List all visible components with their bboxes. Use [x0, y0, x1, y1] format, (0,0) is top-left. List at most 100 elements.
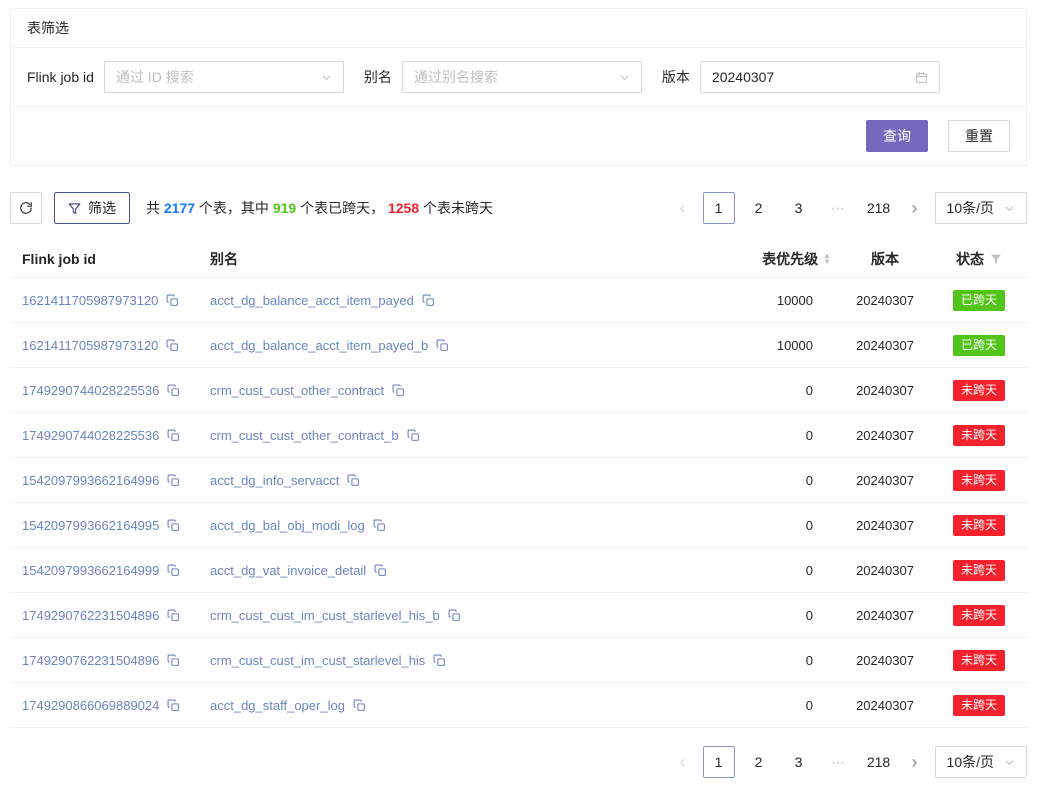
table-row: 1542097993662164995 acct_dg_bal_obj_modi… — [10, 503, 1027, 548]
table-toolbar: 筛选 共 2177 个表，其中 919 个表已跨天， 1258 个表未跨天 ‹ … — [10, 192, 1027, 224]
status-badge: 未跨天 — [953, 515, 1005, 536]
cell-priority: 10000 — [687, 293, 839, 308]
filter-toggle-label: 筛选 — [88, 198, 116, 218]
col-header-priority[interactable]: 表优先级 ▲ ▼ — [687, 249, 839, 269]
flink-job-id-link[interactable]: 1749290762231504896 — [22, 608, 159, 623]
cell-flink-job-id: 1621411705987973120 — [10, 293, 202, 308]
alias-link[interactable]: acct_dg_info_servacct — [210, 473, 339, 488]
copy-icon[interactable] — [167, 519, 180, 532]
cell-flink-job-id: 1542097993662164996 — [10, 473, 202, 488]
copy-icon[interactable] — [407, 429, 420, 442]
next-page-button[interactable]: › — [903, 747, 927, 777]
alias-link[interactable]: acct_dg_balance_acct_item_payed — [210, 293, 414, 308]
table-row: 1542097993662164996 acct_dg_info_servacc… — [10, 458, 1027, 503]
flink-job-id-placeholder: 通过 ID 搜索 — [116, 67, 321, 87]
cell-version: 20240307 — [839, 608, 931, 623]
page-button[interactable]: 3 — [783, 192, 815, 224]
alias-link[interactable]: acct_dg_staff_oper_log — [210, 698, 345, 713]
copy-icon[interactable] — [166, 339, 179, 352]
flink-job-id-link[interactable]: 1542097993662164995 — [22, 518, 159, 533]
page-ellipsis: ⋯ — [823, 746, 855, 778]
field-version: 版本 20240307 — [662, 61, 940, 93]
cell-version: 20240307 — [839, 383, 931, 398]
uncrossed-count: 1258 — [388, 200, 419, 216]
query-button[interactable]: 查询 — [866, 120, 928, 152]
cell-priority: 0 — [687, 608, 839, 623]
sort-desc-icon: ▼ — [823, 259, 831, 265]
alias-link[interactable]: crm_cust_cust_other_contract_b — [210, 428, 399, 443]
filter-toggle-button[interactable]: 筛选 — [54, 192, 130, 224]
flink-job-id-link[interactable]: 1621411705987973120 — [22, 338, 158, 353]
page-list: 123⋯218 — [703, 746, 895, 778]
copy-icon[interactable] — [167, 654, 180, 667]
flink-job-id-link[interactable]: 1542097993662164999 — [22, 563, 159, 578]
table-header: Flink job id 别名 表优先级 ▲ ▼ 版本 状态 — [10, 240, 1027, 278]
alias-link[interactable]: acct_dg_bal_obj_modi_log — [210, 518, 365, 533]
prev-page-button[interactable]: ‹ — [671, 747, 695, 777]
flink-job-id-link[interactable]: 1621411705987973120 — [22, 293, 158, 308]
table-row: 1749290762231504896 crm_cust_cust_im_cus… — [10, 593, 1027, 638]
page-size-select[interactable]: 10条/页 — [935, 192, 1027, 224]
copy-icon[interactable] — [347, 474, 360, 487]
col-header-alias: 别名 — [202, 249, 687, 269]
status-badge: 未跨天 — [953, 605, 1005, 626]
flink-job-id-link[interactable]: 1749290866069889024 — [22, 698, 159, 713]
reset-button[interactable]: 重置 — [948, 120, 1010, 152]
cell-priority: 10000 — [687, 338, 839, 353]
sort-icon[interactable]: ▲ ▼ — [823, 253, 831, 265]
page-size-select[interactable]: 10条/页 — [935, 746, 1027, 778]
copy-icon[interactable] — [167, 474, 180, 487]
cell-priority: 0 — [687, 698, 839, 713]
page-button[interactable]: 1 — [703, 192, 735, 224]
alias-link[interactable]: crm_cust_cust_im_cust_starlevel_his — [210, 653, 425, 668]
page-button[interactable]: 1 — [703, 746, 735, 778]
copy-icon[interactable] — [353, 699, 366, 712]
copy-icon[interactable] — [433, 654, 446, 667]
table-row: 1749290744028225536 crm_cust_cust_other_… — [10, 368, 1027, 413]
alias-select[interactable]: 通过别名搜索 — [402, 61, 642, 93]
flink-job-id-link[interactable]: 1749290744028225536 — [22, 428, 159, 443]
cell-version: 20240307 — [839, 518, 931, 533]
next-page-button[interactable]: › — [903, 193, 927, 223]
page-button[interactable]: 3 — [783, 746, 815, 778]
copy-icon[interactable] — [422, 294, 435, 307]
flink-job-id-link[interactable]: 1749290762231504896 — [22, 653, 159, 668]
alias-link[interactable]: acct_dg_vat_invoice_detail — [210, 563, 366, 578]
status-badge: 已跨天 — [953, 290, 1005, 311]
copy-icon[interactable] — [166, 294, 179, 307]
copy-icon[interactable] — [436, 339, 449, 352]
cell-status: 未跨天 — [931, 380, 1027, 401]
status-filter-icon[interactable] — [990, 253, 1002, 265]
page-button[interactable]: 2 — [743, 746, 775, 778]
alias-link[interactable]: acct_dg_balance_acct_item_payed_b — [210, 338, 428, 353]
copy-icon[interactable] — [167, 609, 180, 622]
flink-job-id-link[interactable]: 1749290744028225536 — [22, 383, 159, 398]
version-date-input[interactable]: 20240307 — [700, 61, 940, 93]
cell-alias: crm_cust_cust_other_contract_b — [202, 428, 687, 443]
alias-link[interactable]: crm_cust_cust_im_cust_starlevel_his_b — [210, 608, 440, 623]
page-button[interactable]: 218 — [863, 746, 895, 778]
cell-flink-job-id: 1542097993662164999 — [10, 563, 202, 578]
flink-job-id-select[interactable]: 通过 ID 搜索 — [104, 61, 344, 93]
copy-icon[interactable] — [167, 384, 180, 397]
copy-icon[interactable] — [448, 609, 461, 622]
cell-alias: crm_cust_cust_im_cust_starlevel_his — [202, 653, 687, 668]
chevron-down-icon — [1004, 757, 1015, 768]
copy-icon[interactable] — [373, 519, 386, 532]
alias-link[interactable]: crm_cust_cust_other_contract — [210, 383, 384, 398]
copy-icon[interactable] — [374, 564, 387, 577]
copy-icon[interactable] — [392, 384, 405, 397]
refresh-button[interactable] — [10, 192, 42, 224]
cell-alias: acct_dg_staff_oper_log — [202, 698, 687, 713]
copy-icon[interactable] — [167, 429, 180, 442]
flink-job-id-label: Flink job id — [27, 69, 94, 85]
cell-status: 已跨天 — [931, 335, 1027, 356]
status-badge: 未跨天 — [953, 380, 1005, 401]
page-button[interactable]: 2 — [743, 192, 775, 224]
copy-icon[interactable] — [167, 699, 180, 712]
flink-job-id-link[interactable]: 1542097993662164996 — [22, 473, 159, 488]
page-button[interactable]: 218 — [863, 192, 895, 224]
prev-page-button[interactable]: ‹ — [671, 193, 695, 223]
page-ellipsis: ⋯ — [823, 192, 855, 224]
copy-icon[interactable] — [167, 564, 180, 577]
